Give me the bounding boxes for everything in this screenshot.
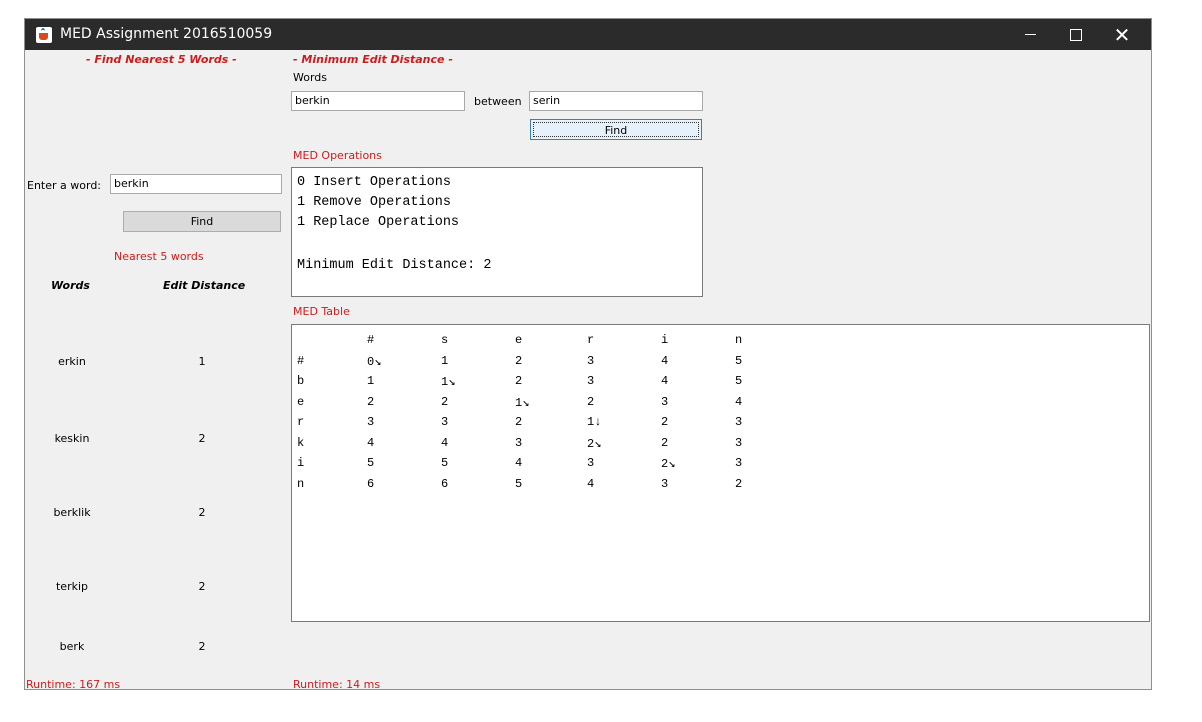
med-table-cell: 1↘ bbox=[441, 375, 456, 389]
med-table-cell: 3 bbox=[661, 394, 669, 409]
med-table-header-cell: i bbox=[661, 333, 669, 347]
med-table-cell: 5 bbox=[367, 456, 375, 470]
med-table-cell: 0↘ bbox=[367, 354, 382, 369]
enter-word-input[interactable]: berkin bbox=[110, 174, 282, 194]
result-word: terkip bbox=[55, 580, 88, 593]
med-table-cell: 3 bbox=[367, 415, 375, 429]
med-table-header-cell: e bbox=[515, 333, 523, 347]
med-table-cell: 4 bbox=[735, 394, 743, 409]
med-table-cell: 2↘ bbox=[587, 436, 602, 451]
med-table-row-label: k bbox=[297, 435, 305, 450]
words-label: Words bbox=[293, 71, 328, 84]
med-table-header-cell: # bbox=[367, 333, 375, 347]
find-nearest-button[interactable]: Find bbox=[123, 211, 281, 232]
nearest-5-label: Nearest 5 words bbox=[114, 250, 204, 263]
med-table-cell: 2 bbox=[587, 394, 595, 409]
med-table-header-cell: s bbox=[441, 333, 449, 347]
word1-input[interactable]: berkin bbox=[291, 91, 465, 111]
med-table-cell: 3 bbox=[735, 456, 743, 470]
result-word: berk bbox=[59, 640, 85, 653]
med-table-cell: 2 bbox=[735, 476, 743, 491]
left-runtime: Runtime: 167 ms bbox=[26, 678, 121, 690]
med-table-cell: 3 bbox=[587, 374, 595, 388]
med-table-row-label: e bbox=[297, 394, 305, 409]
med-heading: - Minimum Edit Distance - bbox=[293, 53, 453, 66]
med-table-cell: 3 bbox=[735, 435, 743, 450]
med-table-cell: 4 bbox=[441, 435, 449, 450]
med-table-cell: 5 bbox=[735, 353, 743, 368]
between-label: between bbox=[474, 95, 522, 108]
med-table-cell: 6 bbox=[367, 476, 375, 491]
result-distance: 2 bbox=[198, 506, 206, 519]
med-table-cell: 1↓ bbox=[587, 415, 602, 429]
med-table-cell: 2 bbox=[515, 374, 523, 388]
med-table-area[interactable]: # s e r i n #0↘ 1 2 3 4 5 b 1 1↘ 2 3 4 5 e 2 2 1↘ 2 3 4 r 3 3 2 1↓ 2 3 k 4… bbox=[291, 324, 1150, 622]
maximize-button[interactable] bbox=[1053, 19, 1099, 50]
result-distance: 2 bbox=[198, 580, 206, 593]
result-word: erkin bbox=[58, 355, 86, 368]
ops-replace-line: 1 Replace Operations bbox=[297, 215, 460, 230]
word2-input[interactable]: serin bbox=[529, 91, 703, 111]
enter-word-label: Enter a word: bbox=[27, 179, 102, 192]
minimize-icon bbox=[1024, 34, 1036, 35]
close-icon: ✕ bbox=[1113, 22, 1131, 47]
med-table-cell: 5 bbox=[441, 456, 449, 470]
find-med-button[interactable]: Find bbox=[530, 119, 702, 140]
ops-med-line: Minimum Edit Distance: 2 bbox=[297, 258, 492, 273]
close-button[interactable]: ✕ bbox=[1099, 19, 1145, 50]
med-table-cell: 3 bbox=[735, 415, 743, 429]
window-title: MED Assignment 2016510059 bbox=[60, 26, 273, 42]
med-table-cell: 2 bbox=[661, 415, 669, 429]
med-table-row-label: r bbox=[297, 415, 305, 429]
med-table-cell: 2 bbox=[515, 415, 523, 429]
col-words-header: Words bbox=[51, 279, 90, 292]
med-table-cell: 3 bbox=[661, 476, 669, 491]
minimize-button[interactable] bbox=[1007, 19, 1053, 50]
med-table-cell: 2 bbox=[661, 435, 669, 450]
med-table-cell: 3 bbox=[515, 435, 523, 450]
med-table-row-label: b bbox=[297, 374, 305, 388]
maximize-icon bbox=[1070, 28, 1082, 41]
col-edit-distance-header: Edit Distance bbox=[163, 279, 246, 292]
result-word: keskin bbox=[54, 432, 90, 445]
med-table-cell: 3 bbox=[587, 353, 595, 368]
med-table-cell: 4 bbox=[587, 476, 595, 491]
ops-insert-line: 0 Insert Operations bbox=[297, 175, 451, 190]
med-operations-label: MED Operations bbox=[293, 149, 382, 162]
med-table-cell: 2 bbox=[515, 353, 523, 368]
med-table-cell: 4 bbox=[661, 353, 669, 368]
med-table-cell: 2 bbox=[441, 394, 449, 409]
ops-remove-line: 1 Remove Operations bbox=[297, 195, 451, 210]
med-table-header-cell: r bbox=[587, 333, 595, 347]
med-table-label: MED Table bbox=[293, 305, 350, 318]
med-table-header-cell: n bbox=[735, 333, 743, 347]
med-table-cell: 1↘ bbox=[515, 395, 530, 410]
nearest-heading: - Find Nearest 5 Words - bbox=[86, 53, 237, 66]
result-distance: 1 bbox=[198, 355, 206, 368]
med-table-cell: 3 bbox=[441, 415, 449, 429]
med-table-cell: 4 bbox=[367, 435, 375, 450]
result-word: berklik bbox=[53, 506, 91, 519]
app-window: MED Assignment 2016510059 ✕ - Find Neare… bbox=[24, 18, 1152, 690]
med-table-cell: 4 bbox=[515, 456, 523, 470]
med-table-cell: 2↘ bbox=[661, 457, 676, 471]
med-table-cell: 1 bbox=[367, 374, 375, 388]
title-bar[interactable]: MED Assignment 2016510059 ✕ bbox=[25, 19, 1151, 50]
med-table-cell: 5 bbox=[735, 374, 743, 388]
med-table-cell: 5 bbox=[515, 476, 523, 491]
med-table-cell: 4 bbox=[661, 374, 669, 388]
med-table-cell: 1 bbox=[441, 353, 449, 368]
java-app-icon bbox=[36, 27, 52, 43]
med-table-cell: 3 bbox=[587, 456, 595, 470]
result-distance: 2 bbox=[198, 640, 206, 653]
med-table-cell: 6 bbox=[441, 476, 449, 491]
med-table-row-label: # bbox=[297, 353, 305, 368]
med-table-cell: 2 bbox=[367, 394, 375, 409]
med-table-row-label: n bbox=[297, 476, 305, 491]
find-med-label: Find bbox=[533, 122, 699, 137]
med-operations-area[interactable]: 0 Insert Operations 1 Remove Operations … bbox=[291, 167, 703, 297]
med-table-row-label: i bbox=[297, 456, 305, 470]
result-distance: 2 bbox=[198, 432, 206, 445]
right-runtime: Runtime: 14 ms bbox=[293, 678, 381, 690]
